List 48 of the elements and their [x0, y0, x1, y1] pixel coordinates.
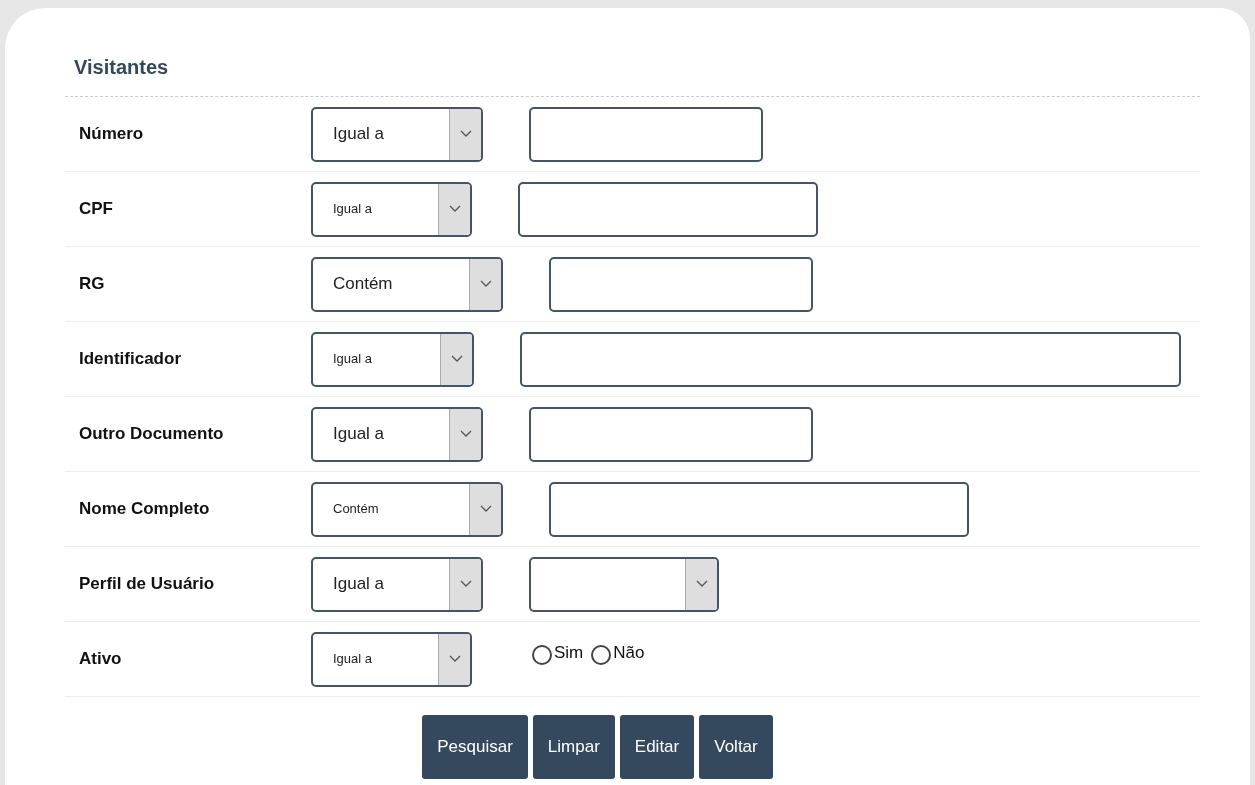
radio-option[interactable]: Não: [591, 640, 645, 666]
input-field[interactable]: [549, 256, 813, 312]
field-label: Número: [79, 123, 145, 146]
operator-select[interactable]: Igual a: [311, 631, 472, 687]
field-label: CPF: [79, 198, 114, 221]
chevron-down-icon: [459, 130, 472, 138]
field-label: Nome Completo: [79, 498, 211, 521]
field-label: Outro Documento: [79, 423, 225, 446]
field-label: Perfil de Usuário: [79, 573, 216, 596]
operator-select[interactable]: Igual a: [311, 331, 474, 387]
dropdown-arrow-button[interactable]: [469, 258, 501, 310]
input-field[interactable]: [518, 181, 818, 237]
dropdown-arrow-button[interactable]: [685, 558, 717, 610]
dropdown-arrow-button[interactable]: [440, 333, 472, 385]
operator-select[interactable]: Contém: [311, 256, 503, 312]
chevron-down-icon: [479, 505, 492, 513]
action-button[interactable]: Editar: [619, 715, 695, 779]
chevron-down-icon: [479, 280, 492, 288]
dropdown-arrow-button[interactable]: [449, 558, 481, 610]
chevron-down-icon: [459, 430, 472, 438]
dropdown-arrow-button[interactable]: [438, 183, 470, 235]
action-button[interactable]: Voltar: [699, 715, 773, 779]
action-button[interactable]: Pesquisar: [422, 715, 528, 779]
operator-select[interactable]: Igual a: [311, 181, 472, 237]
chevron-down-icon: [450, 355, 463, 363]
chevron-down-icon: [459, 580, 472, 588]
operator-select[interactable]: Igual a: [311, 406, 483, 462]
section-title: Visitantes: [74, 55, 169, 80]
field-label: RG: [79, 273, 106, 296]
radio-option[interactable]: Sim: [532, 640, 584, 666]
dropdown-arrow-button[interactable]: [438, 633, 470, 685]
dropdown-arrow-button[interactable]: [449, 408, 481, 460]
chevron-down-icon: [448, 655, 461, 663]
input-field[interactable]: [529, 106, 763, 162]
dropdown-arrow-button[interactable]: [449, 108, 481, 160]
operator-select[interactable]: Igual a: [311, 556, 483, 612]
profile-select[interactable]: [529, 556, 719, 612]
field-label: Identificador: [79, 348, 182, 371]
input-field[interactable]: [520, 331, 1181, 387]
chevron-down-icon: [695, 580, 708, 588]
dropdown-arrow-button[interactable]: [469, 483, 501, 535]
chevron-down-icon: [448, 205, 461, 213]
input-field[interactable]: [529, 406, 813, 462]
input-field[interactable]: [549, 481, 969, 537]
operator-select[interactable]: Igual a: [311, 106, 483, 162]
field-label: Ativo: [79, 648, 123, 671]
action-button[interactable]: Limpar: [532, 715, 615, 779]
operator-select[interactable]: Contém: [311, 481, 503, 537]
